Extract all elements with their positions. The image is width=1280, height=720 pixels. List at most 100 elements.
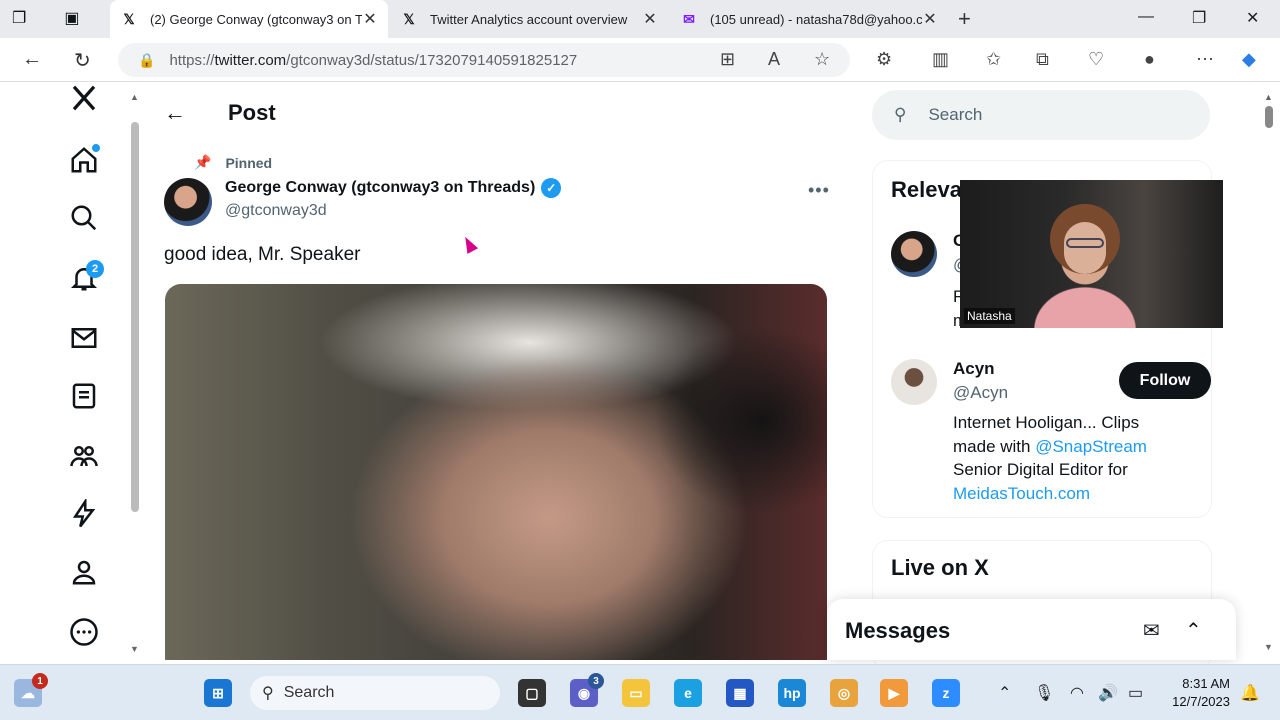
expand-chevron-icon[interactable]: ⌃: [1185, 618, 1202, 643]
minimize-icon[interactable]: —: [1138, 8, 1154, 26]
person-avatar[interactable]: [891, 359, 937, 405]
back-arrow-icon[interactable]: ←: [164, 100, 186, 126]
volume-icon[interactable]: 🔊: [1098, 683, 1118, 703]
close-tab-icon[interactable]: ✕: [362, 9, 378, 29]
teams-chat-icon[interactable]: ◉ 3: [570, 673, 604, 707]
lists-icon[interactable]: [64, 376, 104, 416]
close-window-icon[interactable]: ✕: [1246, 8, 1259, 28]
browser-essentials-icon[interactable]: ♡: [1088, 49, 1104, 70]
close-tab-icon[interactable]: ✕: [642, 9, 658, 29]
scrollbar-thumb[interactable]: [1265, 106, 1273, 128]
microsoft-store-icon[interactable]: ▦: [726, 679, 754, 707]
follow-button[interactable]: Follow: [1119, 362, 1211, 399]
person-name[interactable]: Acyn: [953, 359, 995, 379]
person-avatar[interactable]: [891, 231, 937, 277]
webcam-name-label: Natasha: [964, 308, 1015, 324]
scroll-down-arrow-icon[interactable]: ▼: [1264, 642, 1273, 652]
webcam-overlay[interactable]: Natasha: [960, 180, 1223, 328]
premium-lightning-icon[interactable]: [64, 494, 104, 534]
relevant-people-title: Releva: [891, 177, 962, 202]
tab-title: (105 unread) - natasha78d@yahoo.com: [710, 11, 922, 27]
verified-badge-icon[interactable]: ✓: [541, 178, 562, 198]
profile-person-icon[interactable]: [64, 552, 104, 592]
explore-search-icon[interactable]: [64, 198, 104, 238]
media-player-icon[interactable]: ▶: [880, 679, 908, 707]
tab-twitter-analytics[interactable]: 𝕏 Twitter Analytics account overview ✕: [390, 0, 668, 38]
scroll-up-arrow-icon[interactable]: ▲: [1264, 92, 1273, 102]
author-handle[interactable]: @gtconway3d: [225, 202, 561, 220]
favorite-star-icon[interactable]: ☆: [814, 49, 830, 70]
messages-title: Messages: [845, 618, 951, 643]
scroll-up-arrow-icon[interactable]: ▲: [130, 92, 139, 102]
url-path: /gtconway3d/status/1732079140591825127: [286, 51, 578, 69]
windows-taskbar: ☁ 1 ⊞ ⚲ Search ▢ ◉ 3 ▭ e ▦ hp ◎ ▶ z ⌃ 🎙 ◠ …: [0, 664, 1280, 720]
show-hidden-icons-chevron-icon[interactable]: ⌃: [998, 683, 1011, 703]
new-tab-icon[interactable]: +: [958, 6, 971, 32]
messages-mail-icon[interactable]: [64, 318, 104, 358]
app-available-icon[interactable]: ⊞: [720, 49, 735, 70]
wifi-icon[interactable]: ◠: [1070, 683, 1084, 703]
extensions-icon[interactable]: ⚙: [876, 49, 892, 70]
address-bar[interactable]: 🔒 https://twitter.com/gtconway3d/status/…: [118, 43, 850, 77]
search-box[interactable]: ⚲ Search: [872, 90, 1210, 140]
home-icon[interactable]: [64, 140, 104, 180]
edge-browser-icon[interactable]: e: [674, 679, 702, 707]
meidastouch-link[interactable]: MeidasTouch.com: [953, 484, 1090, 503]
weather-icon[interactable]: ☁ 1: [14, 673, 48, 707]
close-tab-icon[interactable]: ✕: [922, 9, 938, 29]
more-options-icon[interactable]: [64, 612, 104, 652]
post-text: good idea, Mr. Speaker: [164, 244, 361, 265]
workspaces-icon[interactable]: ❐: [12, 8, 26, 28]
x-home-logo-icon[interactable]: [64, 78, 104, 118]
pinned-indicator: 📌 Pinned: [194, 154, 272, 171]
favorites-icon[interactable]: ✩: [986, 49, 1001, 70]
post-video-media[interactable]: [165, 284, 827, 660]
refresh-icon[interactable]: ↻: [74, 48, 91, 73]
copilot-app-icon[interactable]: ◎: [830, 679, 858, 707]
scroll-down-arrow-icon[interactable]: ▼: [130, 644, 139, 654]
author-avatar[interactable]: [164, 178, 212, 226]
tab-yahoo-mail[interactable]: ✉ (105 unread) - natasha78d@yahoo.com ✕: [670, 0, 948, 38]
right-scrollbar[interactable]: ▲ ▼: [1262, 82, 1276, 660]
x-logo-icon: 𝕏: [123, 10, 135, 27]
profile-icon[interactable]: ●: [1144, 49, 1155, 70]
new-message-icon[interactable]: ✉: [1143, 618, 1160, 643]
taskbar-search[interactable]: ⚲ Search: [250, 676, 500, 710]
more-menu-icon[interactable]: ⋯: [1196, 49, 1214, 70]
file-explorer-icon[interactable]: ▭: [622, 679, 650, 707]
post-column: ← Post 📌 Pinned George Conway (gtconway3…: [148, 82, 848, 660]
messages-drawer[interactable]: Messages ✉ ⌃: [827, 599, 1236, 660]
myhp-icon[interactable]: hp: [778, 679, 806, 707]
notification-bell-icon[interactable]: 🔔: [1240, 683, 1260, 703]
tab-title: Twitter Analytics account overview: [430, 11, 628, 27]
restore-icon[interactable]: ❐: [1192, 8, 1206, 28]
relevant-person-acyn[interactable]: Acyn @Acyn Follow Internet Hooligan... C…: [891, 359, 1211, 509]
lock-icon[interactable]: 🔒: [138, 52, 155, 69]
zoom-icon[interactable]: z: [932, 679, 960, 707]
tab-actions: ❐ ▣: [12, 8, 79, 28]
read-aloud-icon[interactable]: A: [768, 49, 780, 70]
system-clock[interactable]: 8:31 AM 12/7/2023: [1162, 675, 1230, 711]
teams-badge: 3: [588, 673, 604, 689]
battery-icon[interactable]: ▭: [1128, 683, 1143, 703]
back-icon[interactable]: ←: [22, 48, 42, 71]
left-scrollbar[interactable]: ▲ ▼: [129, 92, 141, 660]
start-windows-icon[interactable]: ⊞: [204, 679, 232, 707]
task-view-icon[interactable]: ▢: [518, 679, 546, 707]
tab-george-conway[interactable]: 𝕏 (2) George Conway (gtconway3 on Thread…: [110, 0, 388, 38]
author-block: George Conway (gtconway3 on Threads) ✓ @…: [225, 178, 562, 220]
taskbar-search-label: Search: [283, 684, 335, 701]
author-name[interactable]: George Conway (gtconway3 on Threads): [225, 179, 535, 197]
x-left-nav: 2: [0, 82, 130, 660]
split-screen-icon[interactable]: ▥: [932, 49, 949, 70]
person-bio: Internet Hooligan... Clips made with @Sn…: [953, 413, 1147, 503]
microphone-icon[interactable]: 🎙: [1034, 683, 1054, 703]
copilot-icon[interactable]: ◆: [1242, 49, 1256, 70]
collections-icon[interactable]: ⧉: [1036, 49, 1049, 70]
notifications-bell-icon[interactable]: 2: [64, 258, 104, 298]
post-more-icon[interactable]: •••: [808, 180, 830, 201]
scrollbar-thumb[interactable]: [131, 122, 139, 512]
communities-icon[interactable]: [64, 436, 104, 476]
tab-actions-icon[interactable]: ▣: [64, 8, 79, 28]
snapstream-link[interactable]: @SnapStream: [1035, 437, 1147, 456]
